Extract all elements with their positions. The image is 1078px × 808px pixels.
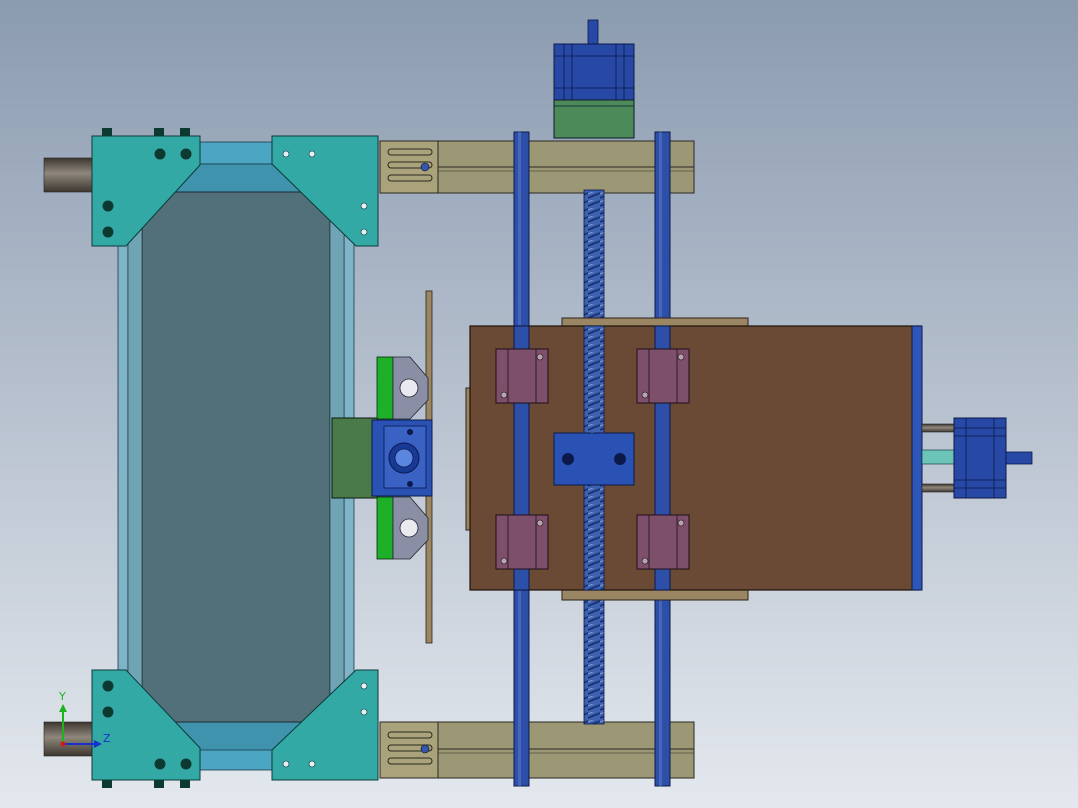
pulley-bolt-bottom bbox=[407, 481, 413, 487]
lower-rail-screw bbox=[420, 744, 430, 754]
bearing-block-bottom-right[interactable] bbox=[636, 514, 690, 570]
upper-rail[interactable] bbox=[379, 140, 695, 194]
top-motor-body[interactable] bbox=[553, 43, 635, 101]
right-motor-standoff-top bbox=[921, 423, 957, 433]
conveyor-belt[interactable] bbox=[141, 191, 331, 723]
right-motor-coupler bbox=[921, 449, 957, 465]
bearing-block-top-left[interactable] bbox=[495, 348, 549, 404]
right-motor-body[interactable] bbox=[953, 417, 1007, 499]
cad-model-view[interactable]: Y Z bbox=[0, 0, 1078, 808]
upper-rail-screw bbox=[420, 162, 430, 172]
triad-z-label: Z bbox=[103, 732, 111, 745]
bearing-block-top-right[interactable] bbox=[636, 348, 690, 404]
pulley-hub bbox=[394, 448, 414, 468]
triad-x-axis bbox=[60, 741, 66, 747]
right-motor-shaft bbox=[1005, 451, 1033, 465]
carriage[interactable] bbox=[465, 317, 923, 601]
pulley-bolt-top bbox=[407, 429, 413, 435]
top-motor-shaft bbox=[587, 19, 599, 47]
carriage-side-bar bbox=[911, 325, 923, 591]
lead-screw-nut-block[interactable] bbox=[553, 432, 635, 486]
bottom-left-shaft[interactable] bbox=[43, 721, 95, 757]
top-left-shaft[interactable] bbox=[43, 157, 95, 193]
lower-rail[interactable] bbox=[379, 721, 695, 779]
cad-viewport[interactable]: Y Z bbox=[0, 0, 1078, 808]
right-motor-standoff-bottom bbox=[921, 483, 957, 493]
pulley-mount-block[interactable] bbox=[331, 417, 379, 499]
triad-y-label: Y bbox=[58, 690, 66, 703]
bearing-block-bottom-left[interactable] bbox=[495, 514, 549, 570]
conveyor-belt-edge-left bbox=[127, 191, 143, 723]
